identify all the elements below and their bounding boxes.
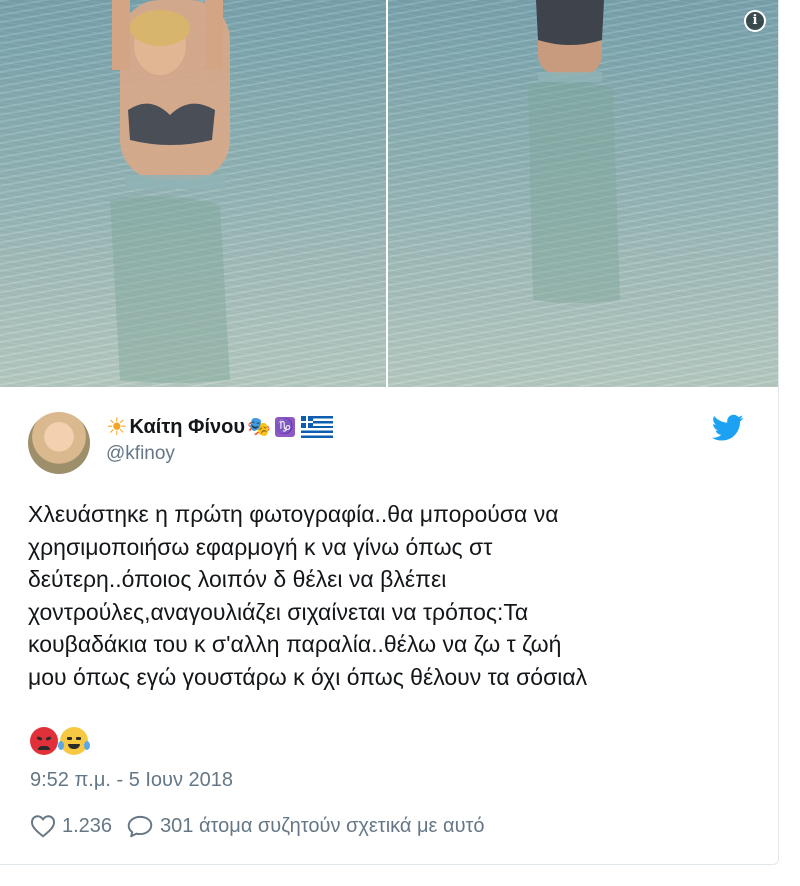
angry-face-icon — [30, 727, 58, 755]
author-display-name[interactable]: Καίτη Φίνου — [130, 414, 246, 440]
author-avatar[interactable] — [28, 412, 90, 474]
tweet-photo-second[interactable]: i — [388, 0, 778, 387]
author-handle[interactable]: @kfinoy — [106, 442, 333, 466]
author-names[interactable]: ☀ Καίτη Φίνου 🎭 ♑ @kfinoy — [106, 414, 333, 466]
tweet-text: Χλευάστηκε η πρώτη φωτογραφία..θα μπορού… — [28, 501, 588, 690]
tweet-header: ☀ Καίτη Φίνου 🎭 ♑ @kfinoy — [28, 410, 748, 480]
author-display-name-row: ☀ Καίτη Φίνου 🎭 ♑ — [106, 414, 333, 440]
tweet-actions: 1.236 301 άτομα συζητούν σχετικά με αυτό — [30, 812, 485, 840]
tweet-photo-first[interactable] — [0, 0, 386, 387]
tweet-timestamp[interactable]: 9:52 π.μ. - 5 Ιουν 2018 — [30, 766, 233, 794]
photo-second-figure — [528, 0, 620, 303]
capricorn-icon: ♑ — [274, 417, 295, 437]
tweet-emojis — [30, 727, 90, 755]
like-button[interactable]: 1.236 — [30, 812, 112, 840]
replies-text: 301 άτομα συζητούν σχετικά με αυτό — [160, 815, 485, 837]
tweet-media: i — [0, 0, 778, 387]
replies-link[interactable]: 301 άτομα συζητούν σχετικά με αυτό — [126, 812, 485, 840]
heart-icon — [30, 815, 56, 838]
performing-arts-icon: 🎭 — [247, 416, 271, 438]
sun-icon: ☀ — [106, 413, 128, 441]
embedded-tweet-card: i ☀ Καίτη Φίνου 🎭 ♑ @kfinoy Χλευάστηκε η… — [0, 0, 779, 865]
like-count: 1.236 — [62, 815, 113, 837]
tears-of-joy-icon — [58, 727, 90, 755]
speech-bubble-icon — [127, 815, 153, 838]
photo-first-figure — [110, 0, 230, 383]
greece-flag-icon — [300, 416, 333, 438]
info-button[interactable]: i — [744, 10, 766, 32]
twitter-bird-icon[interactable] — [712, 414, 744, 442]
